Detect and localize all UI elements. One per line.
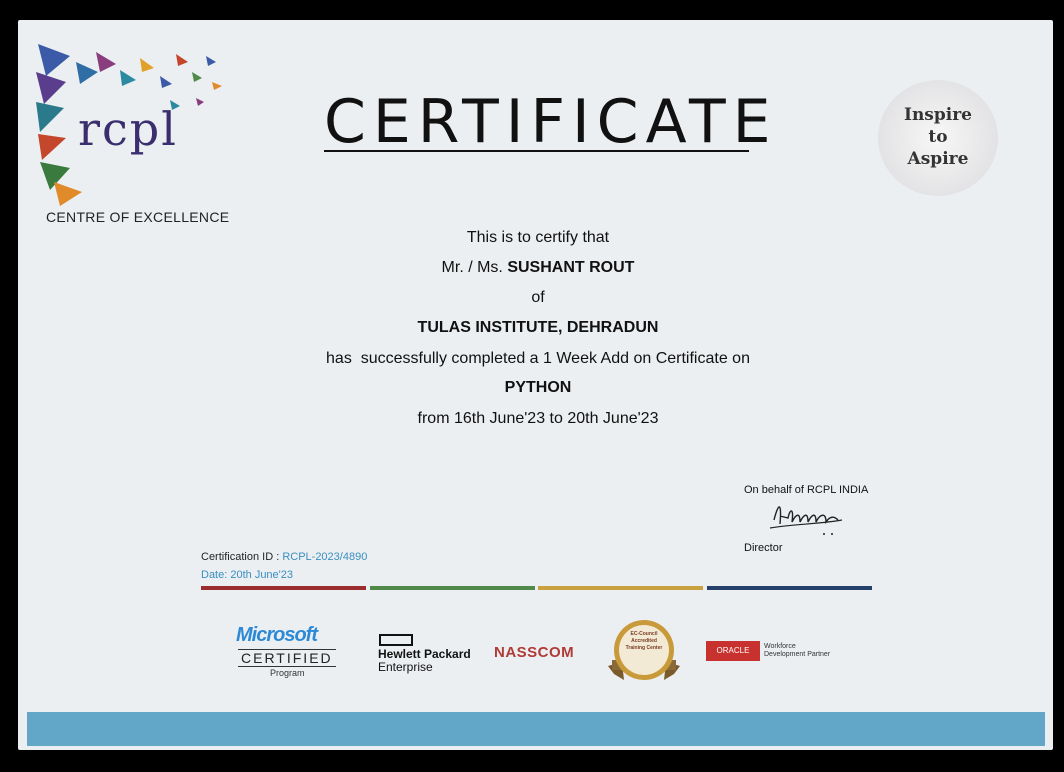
date-range: from 16th June'23 to 20th June'23 — [417, 410, 659, 427]
nasscom-logo: NASSCOM — [494, 644, 575, 661]
certification-id-value: RCPL-2023/4890 — [282, 551, 368, 563]
certification-id: Certification ID : RCPL-2023/4890 — [201, 551, 367, 563]
microsoft-certified-text: CERTIFIED — [238, 649, 336, 667]
certification-id-label: Certification ID : — [201, 551, 280, 563]
logo-text: rcpl — [78, 102, 178, 156]
certificate-date: Date: 20th June'23 — [201, 569, 294, 581]
oracle-partner-text: Workforce Development Partner — [764, 643, 830, 659]
color-bar-gold — [538, 586, 703, 590]
hpe-logo: Hewlett Packard Enterprise — [378, 648, 471, 674]
microsoft-logo: Microsoft — [236, 624, 318, 646]
oracle-line-2: Development Partner — [764, 651, 831, 658]
completion-line: has successfully completed a 1 Week Add … — [326, 350, 750, 367]
salutation: Mr. / Ms. — [441, 259, 503, 276]
of-line: of — [531, 289, 545, 306]
course-name: PYTHON — [504, 379, 572, 396]
hpe-logo-icon — [379, 634, 413, 646]
ec-line-3: Training Center — [625, 645, 663, 651]
signature-image — [769, 506, 843, 535]
page-title: CERTIFICATE — [324, 87, 778, 157]
ec-council-seal-text: EC-Council Accredited Training Center — [608, 631, 680, 652]
oracle-logo: ORACLE — [706, 641, 760, 661]
recipient-line: Mr. / Ms. SUSHANT ROUT — [188, 259, 888, 277]
oracle-line-1: Workforce — [764, 643, 796, 650]
hpe-line-2: Enterprise — [378, 660, 433, 674]
color-bar-green — [370, 586, 535, 590]
ec-line-1: EC-Council — [630, 631, 658, 637]
badge-line-1: Inspire — [904, 105, 972, 125]
badge-line-2: to — [928, 127, 948, 147]
badge-line-3: Aspire — [907, 149, 969, 169]
microsoft-program-text: Program — [270, 668, 305, 678]
bottom-band — [27, 712, 1045, 746]
certificate: rcpl CENTRE OF EXCELLENCE CERTIFICATE In… — [18, 20, 1053, 750]
inspire-badge-text: Inspire to Aspire — [878, 104, 998, 170]
certify-line: This is to certify that — [466, 229, 610, 246]
color-bar-navy — [707, 586, 872, 590]
ec-line-2: Accredited — [631, 638, 657, 644]
title-underline — [324, 150, 749, 152]
recipient-name: SUSHANT ROUT — [507, 259, 635, 276]
logo: rcpl — [36, 42, 226, 212]
logo-tagline: CENTRE OF EXCELLENCE — [46, 209, 230, 225]
signatory-role: Director — [744, 542, 783, 554]
color-bar-red — [201, 586, 366, 590]
institute-name: TULAS INSTITUTE, DEHRADUN — [417, 319, 659, 336]
